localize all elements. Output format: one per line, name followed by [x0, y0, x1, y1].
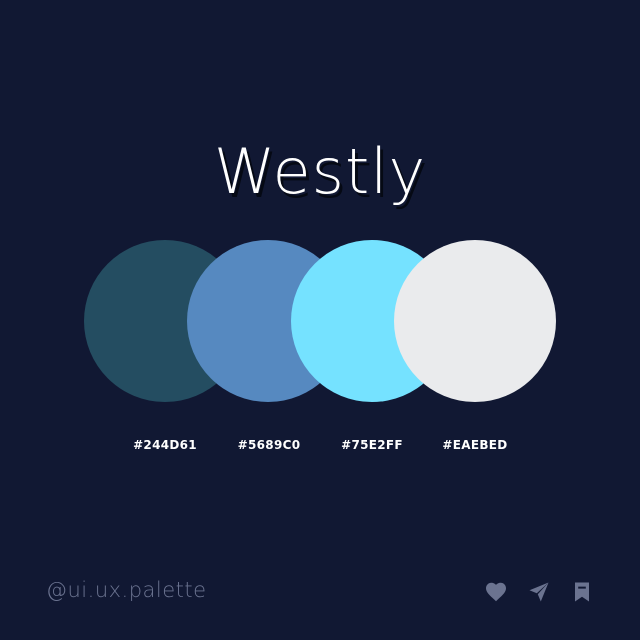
palette-card: Westly #244D61 #5689C0 #75E2FF #EAEBED @… [0, 0, 640, 640]
hex-code-2: #5689C0 [237, 438, 301, 452]
hex-code-1: #244D61 [133, 438, 197, 452]
hex-code-3: #75E2FF [341, 438, 403, 452]
color-swatch-4 [394, 240, 556, 402]
action-icons [480, 580, 600, 604]
bookmark-icon[interactable] [570, 580, 594, 604]
hex-code-4: #EAEBED [442, 438, 508, 452]
account-handle[interactable]: @ui.ux.palette [46, 578, 207, 602]
palette-title: Westly [213, 135, 427, 208]
heart-icon[interactable] [484, 580, 508, 604]
send-icon[interactable] [527, 580, 551, 604]
